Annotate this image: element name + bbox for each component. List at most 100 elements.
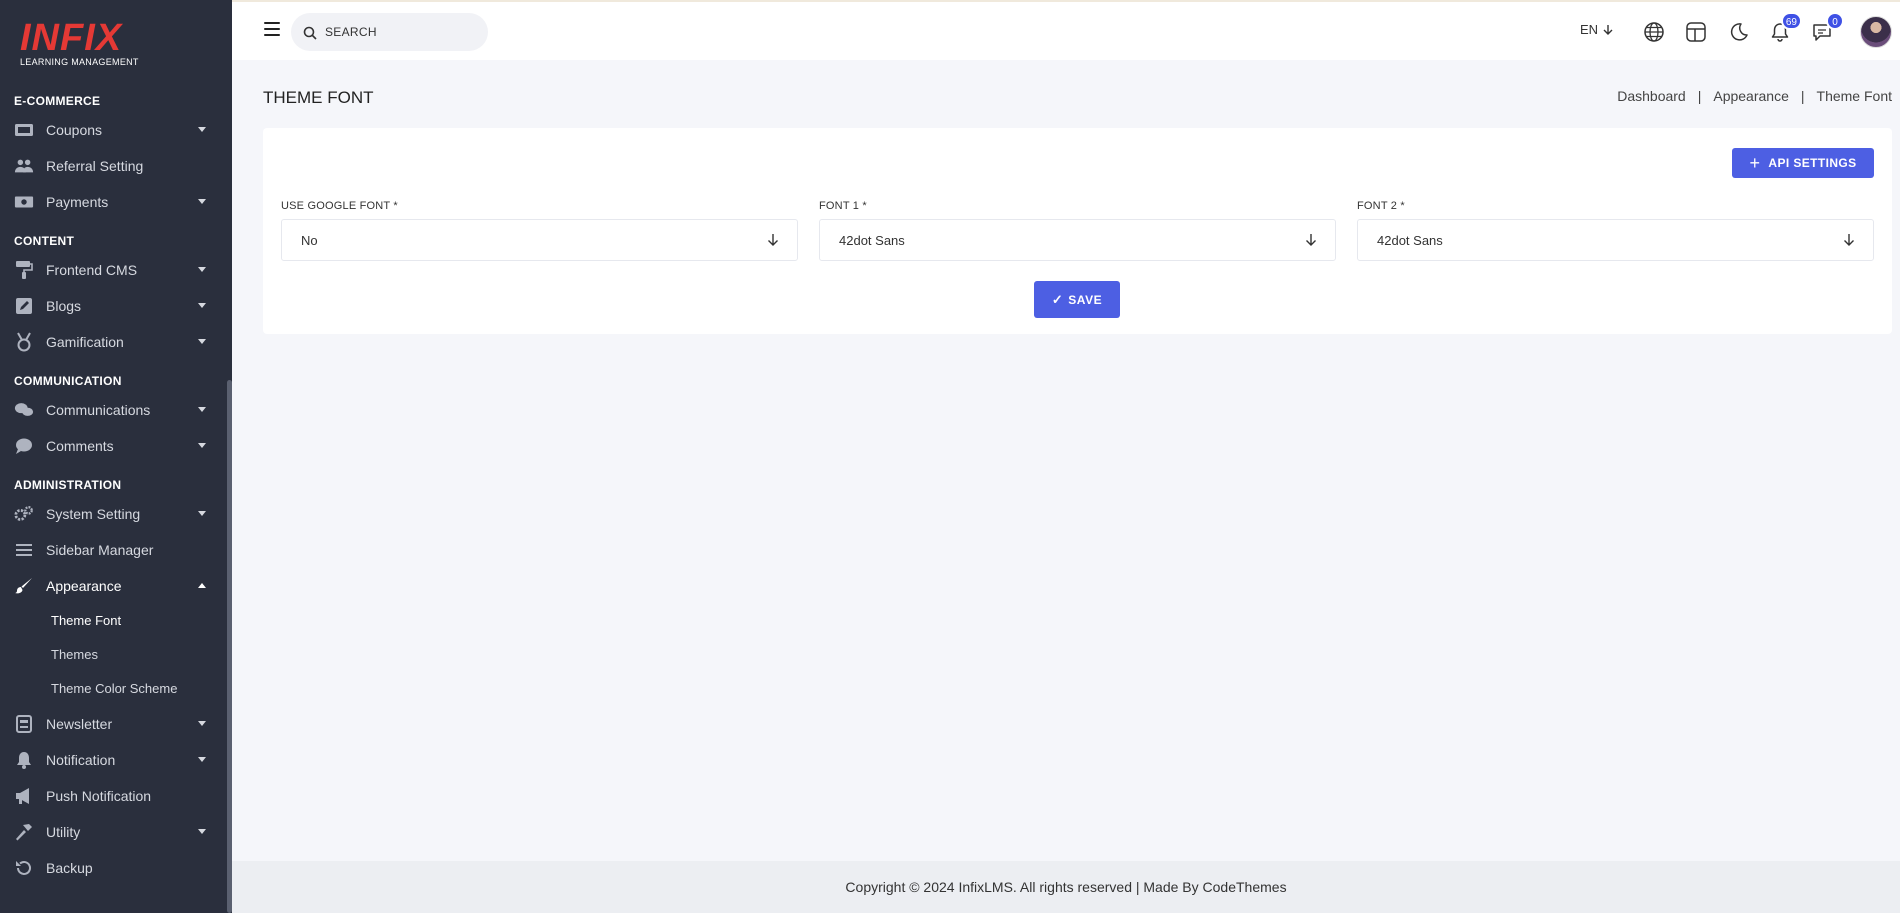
caret-down-icon	[198, 511, 206, 516]
sidebar-item-gamification[interactable]: Gamification	[0, 324, 228, 360]
sidebar-item-sidebar-manager[interactable]: Sidebar Manager	[0, 532, 228, 568]
caret-down-icon	[198, 303, 206, 308]
api-settings-button[interactable]: + API SETTINGS	[1732, 148, 1874, 178]
footer: Copyright © 2024 InfixLMS. All rights re…	[232, 861, 1900, 913]
select-value: No	[301, 232, 318, 248]
gears-icon	[14, 504, 34, 524]
sidebar-subitem-theme-font[interactable]: Theme Font	[0, 604, 228, 638]
sidebar-subitem-themes[interactable]: Themes	[0, 638, 228, 672]
sidebar-item-frontend-cms[interactable]: Frontend CMS	[0, 252, 228, 288]
edit-icon	[14, 296, 34, 316]
save-button[interactable]: ✓ SAVE	[1034, 281, 1120, 318]
footer-text: Copyright © 2024 InfixLMS. All rights re…	[845, 879, 1287, 895]
arrow-down-icon	[1844, 234, 1854, 246]
bell-icon	[14, 750, 34, 770]
sidebar-item-utility[interactable]: Utility	[0, 814, 228, 850]
sidebar-item-label: Backup	[46, 860, 93, 876]
globe-icon[interactable]	[1642, 20, 1666, 44]
sidebar-item-blogs[interactable]: Blogs	[0, 288, 228, 324]
sidebar-item-payments[interactable]: Payments	[0, 184, 228, 220]
caret-down-icon	[198, 339, 206, 344]
comment-icon	[14, 436, 34, 456]
breadcrumb-dashboard[interactable]: Dashboard	[1617, 88, 1686, 104]
sidebar-scrollbar[interactable]	[227, 380, 232, 913]
arrow-down-icon	[1603, 24, 1613, 35]
list-icon	[14, 540, 34, 560]
caret-down-icon	[198, 199, 206, 204]
avatar[interactable]	[1860, 16, 1892, 48]
sidebar-item-label: Appearance	[46, 578, 122, 594]
logo-mark: INFIX	[20, 17, 123, 59]
caret-down-icon	[198, 267, 206, 272]
language-selector[interactable]: EN	[1580, 22, 1613, 37]
caret-down-icon	[198, 443, 206, 448]
sidebar-item-comments[interactable]: Comments	[0, 428, 228, 464]
search-icon	[303, 25, 317, 40]
caret-down-icon	[198, 829, 206, 834]
chat-bubbles-icon	[14, 400, 34, 420]
hammer-icon	[14, 822, 34, 842]
sidebar-item-referral-setting[interactable]: Referral Setting	[0, 148, 228, 184]
megaphone-icon	[14, 786, 34, 806]
layout-icon[interactable]	[1684, 20, 1708, 44]
theme-font-card: + API SETTINGS USE GOOGLE FONT * No FONT…	[263, 128, 1892, 334]
newsletter-icon	[14, 714, 34, 734]
sidebar-item-label: Push Notification	[46, 788, 152, 804]
search-box[interactable]	[291, 13, 488, 51]
caret-down-icon	[198, 757, 206, 762]
sidebar-item-label: Gamification	[46, 334, 124, 350]
section-title-administration: ADMINISTRATION	[14, 478, 122, 492]
section-title-ecommerce: E-COMMERCE	[14, 94, 101, 108]
breadcrumb-appearance[interactable]: Appearance	[1713, 88, 1789, 104]
use-google-font-label: USE GOOGLE FONT *	[281, 200, 398, 212]
notifications-badge: 69	[1780, 12, 1802, 30]
sidebar-item-label: Notification	[46, 752, 116, 768]
sidebar-item-label: Coupons	[46, 122, 103, 138]
bell-icon[interactable]: 69	[1768, 12, 1802, 44]
caret-up-icon	[198, 583, 206, 588]
sidebar-item-newsletter[interactable]: Newsletter	[0, 706, 228, 742]
messages-badge: 0	[1826, 12, 1844, 30]
arrow-down-icon	[768, 234, 778, 246]
use-google-font-field: USE GOOGLE FONT * No	[281, 200, 798, 261]
section-title-content: CONTENT	[14, 234, 75, 248]
sidebar-item-label: Payments	[46, 194, 109, 210]
section-title-communication: COMMUNICATION	[14, 374, 122, 388]
sidebar-item-notification[interactable]: Notification	[0, 742, 228, 778]
logo[interactable]: INFIX LEARNING MANAGEMENT	[20, 18, 140, 70]
language-label: EN	[1580, 22, 1599, 37]
font-1-label: FONT 1 *	[819, 200, 867, 212]
sidebar-item-appearance[interactable]: Appearance	[0, 568, 228, 604]
caret-down-icon	[198, 127, 206, 132]
sidebar-subitem-theme-color-scheme[interactable]: Theme Color Scheme	[0, 672, 228, 706]
message-icon[interactable]: 0	[1810, 12, 1844, 44]
sidebar-item-communications[interactable]: Communications	[0, 392, 228, 428]
brush-icon	[14, 576, 34, 596]
breadcrumb-theme-font: Theme Font	[1816, 88, 1892, 104]
users-icon	[14, 156, 34, 176]
page-title: THEME FONT	[263, 88, 374, 107]
paint-roller-icon	[14, 260, 34, 280]
ticket-icon	[14, 120, 34, 140]
breadcrumb: Dashboard | Appearance | Theme Font	[1617, 88, 1892, 104]
sidebar-item-label: Frontend CMS	[46, 262, 138, 278]
use-google-font-select[interactable]: No	[281, 219, 798, 261]
sidebar-item-label: Referral Setting	[46, 158, 144, 174]
menu-toggle-icon[interactable]	[264, 22, 280, 36]
moon-icon[interactable]	[1726, 20, 1750, 44]
breadcrumb-separator: |	[1697, 88, 1702, 104]
plus-icon: +	[1749, 153, 1761, 173]
top-header: EN 69 0	[232, 0, 1900, 60]
sidebar-item-backup[interactable]: Backup	[0, 850, 228, 886]
font-2-field: FONT 2 * 42dot Sans	[1357, 200, 1874, 261]
logo-subtext: LEARNING MANAGEMENT	[20, 57, 139, 67]
search-input[interactable]	[325, 25, 475, 39]
font-2-select[interactable]: 42dot Sans	[1357, 219, 1874, 261]
history-icon	[14, 858, 34, 878]
sidebar-item-push-notification[interactable]: Push Notification	[0, 778, 228, 814]
font-1-select[interactable]: 42dot Sans	[819, 219, 1336, 261]
sidebar-item-system-setting[interactable]: System Setting	[0, 496, 228, 532]
sidebar-item-coupons[interactable]: Coupons	[0, 112, 228, 148]
font-2-label: FONT 2 *	[1357, 200, 1405, 212]
sidebar-nav: E-COMMERCE Coupons Referral Setting Paym…	[0, 90, 228, 886]
